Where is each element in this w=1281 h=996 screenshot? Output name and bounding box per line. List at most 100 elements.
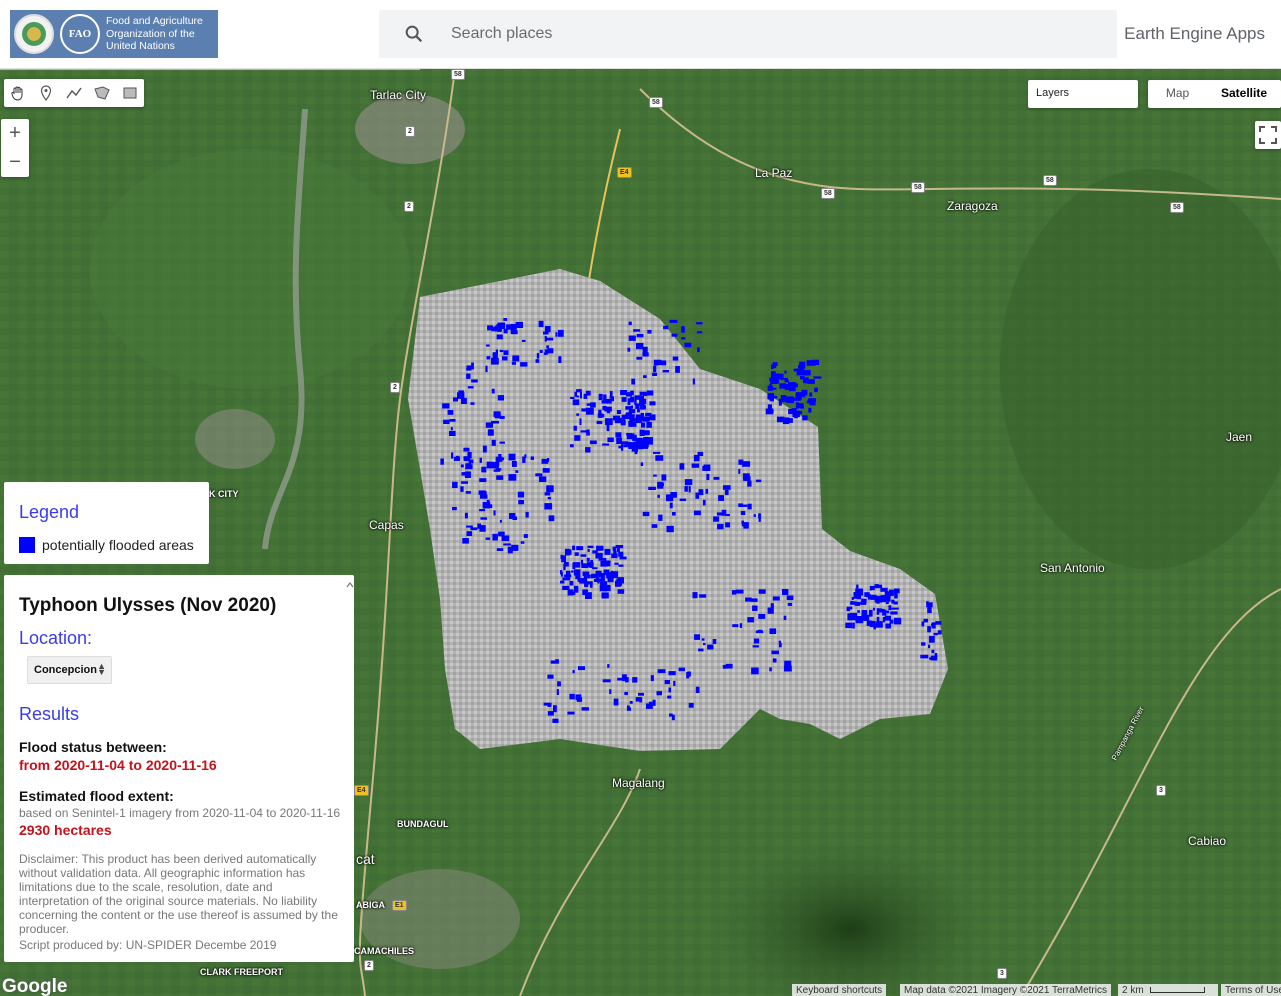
rectangle-icon[interactable] — [116, 79, 144, 107]
layers-dropdown[interactable]: Layers — [1028, 80, 1138, 108]
flood-patch — [539, 349, 543, 353]
flood-patch — [628, 321, 632, 326]
map-type-satellite-button[interactable]: Satellite — [1207, 80, 1281, 108]
keyboard-shortcuts-link[interactable]: Keyboard shortcuts — [792, 984, 887, 996]
flood-status-value: from 2020-11-04 to 2020-11-16 — [19, 757, 217, 773]
road-badge: 2 — [404, 201, 414, 212]
zoom-in-button[interactable]: + — [1, 119, 29, 148]
flood-patch — [640, 462, 644, 466]
flood-patch — [876, 608, 880, 615]
flood-patch — [869, 620, 876, 628]
flood-patch — [466, 365, 472, 370]
flood-patch — [447, 410, 454, 415]
flood-patch — [604, 584, 611, 592]
marker-icon[interactable] — [32, 79, 60, 107]
flood-patch — [546, 485, 554, 493]
map-type-map-button[interactable]: Map — [1148, 80, 1207, 108]
flood-patch — [525, 511, 529, 518]
google-logo[interactable]: Google — [2, 976, 67, 996]
flood-patch — [891, 599, 895, 604]
flood-patch — [850, 601, 854, 603]
road-badge: 58 — [821, 188, 835, 199]
flood-patch — [627, 347, 631, 352]
flood-patch — [718, 495, 724, 501]
flood-patch — [777, 373, 784, 380]
hand-icon[interactable] — [4, 79, 32, 107]
flood-patch — [632, 677, 638, 683]
polygon-icon[interactable] — [88, 79, 116, 107]
flood-patch — [629, 701, 633, 704]
flood-patch — [552, 718, 559, 723]
flood-patch — [557, 681, 561, 687]
flood-patch — [576, 413, 580, 416]
flood-patch — [598, 558, 607, 561]
flood-patch — [628, 335, 636, 341]
flood-patch — [598, 393, 603, 401]
flood-patch — [590, 560, 593, 564]
flood-patch — [869, 609, 873, 617]
flood-patch — [613, 698, 619, 706]
disclaimer-text: Disclaimer: This product has been derive… — [19, 852, 338, 936]
flood-patch — [694, 510, 701, 516]
polyline-icon[interactable] — [60, 79, 88, 107]
flood-patch — [466, 525, 473, 528]
flood-patch — [786, 595, 794, 601]
flood-patch — [648, 486, 656, 490]
flood-patch — [783, 377, 788, 380]
flood-patch — [594, 579, 601, 582]
flood-patch — [535, 473, 543, 477]
place-label: San Antonio — [1040, 561, 1105, 575]
flood-patch — [669, 502, 673, 509]
flood-patch — [569, 580, 574, 586]
flood-patch — [651, 524, 658, 528]
flood-patch — [440, 458, 444, 465]
flood-patch — [698, 648, 704, 652]
road-badge: 58 — [451, 69, 465, 80]
flood-patch — [679, 463, 685, 470]
fao-logo[interactable]: FAO Food and Agriculture Organization of… — [10, 10, 218, 58]
legend-title: Legend — [19, 502, 80, 522]
app-name[interactable]: Earth Engine Apps — [1124, 24, 1265, 44]
flood-patch — [857, 610, 860, 613]
flood-patch — [517, 491, 525, 498]
legend-panel: Legend potentially flooded areas — [4, 482, 209, 564]
flood-patch — [642, 352, 649, 357]
flood-patch — [471, 362, 474, 370]
flood-patch — [646, 421, 652, 428]
flood-patch — [758, 513, 761, 519]
road-badge: 58 — [911, 182, 925, 193]
terms-link[interactable]: Terms of Use — [1221, 984, 1281, 996]
fullscreen-icon[interactable] — [1255, 121, 1281, 149]
flood-patch — [460, 464, 464, 468]
flood-patch — [497, 395, 504, 401]
flood-patch — [560, 580, 565, 584]
flood-patch — [503, 328, 508, 334]
flood-patch — [548, 515, 555, 522]
scroll-up-icon[interactable] — [346, 579, 354, 591]
flood-patch — [496, 475, 504, 480]
search-box[interactable] — [379, 10, 1117, 58]
flood-patch — [518, 500, 524, 505]
map-canvas[interactable]: Tarlac City La Paz Zaragoza Jaen Capas S… — [0, 69, 1281, 996]
flood-patch — [799, 395, 802, 400]
road-badge: 58 — [649, 97, 663, 108]
flood-patch — [452, 481, 458, 488]
flood-patch — [642, 511, 650, 517]
scale-bar[interactable]: 2 km — [1118, 984, 1218, 996]
zoom-out-button[interactable]: − — [1, 148, 29, 177]
flood-patch — [752, 605, 758, 611]
flood-patch — [487, 325, 493, 331]
flood-patch — [678, 667, 685, 672]
flood-patch — [617, 545, 620, 553]
flood-patch — [470, 527, 478, 531]
flood-patch — [783, 615, 787, 620]
zoom-control: + − — [1, 119, 29, 177]
flood-patch — [631, 446, 638, 452]
flood-patch — [595, 552, 603, 559]
flood-patch — [771, 372, 776, 378]
search-input[interactable] — [451, 18, 1091, 50]
flood-patch — [575, 573, 581, 579]
place-label: CAMACHILES — [354, 946, 414, 956]
location-select[interactable]: Concepcion ▲ ▼ — [27, 656, 112, 684]
flood-patch — [561, 555, 566, 563]
